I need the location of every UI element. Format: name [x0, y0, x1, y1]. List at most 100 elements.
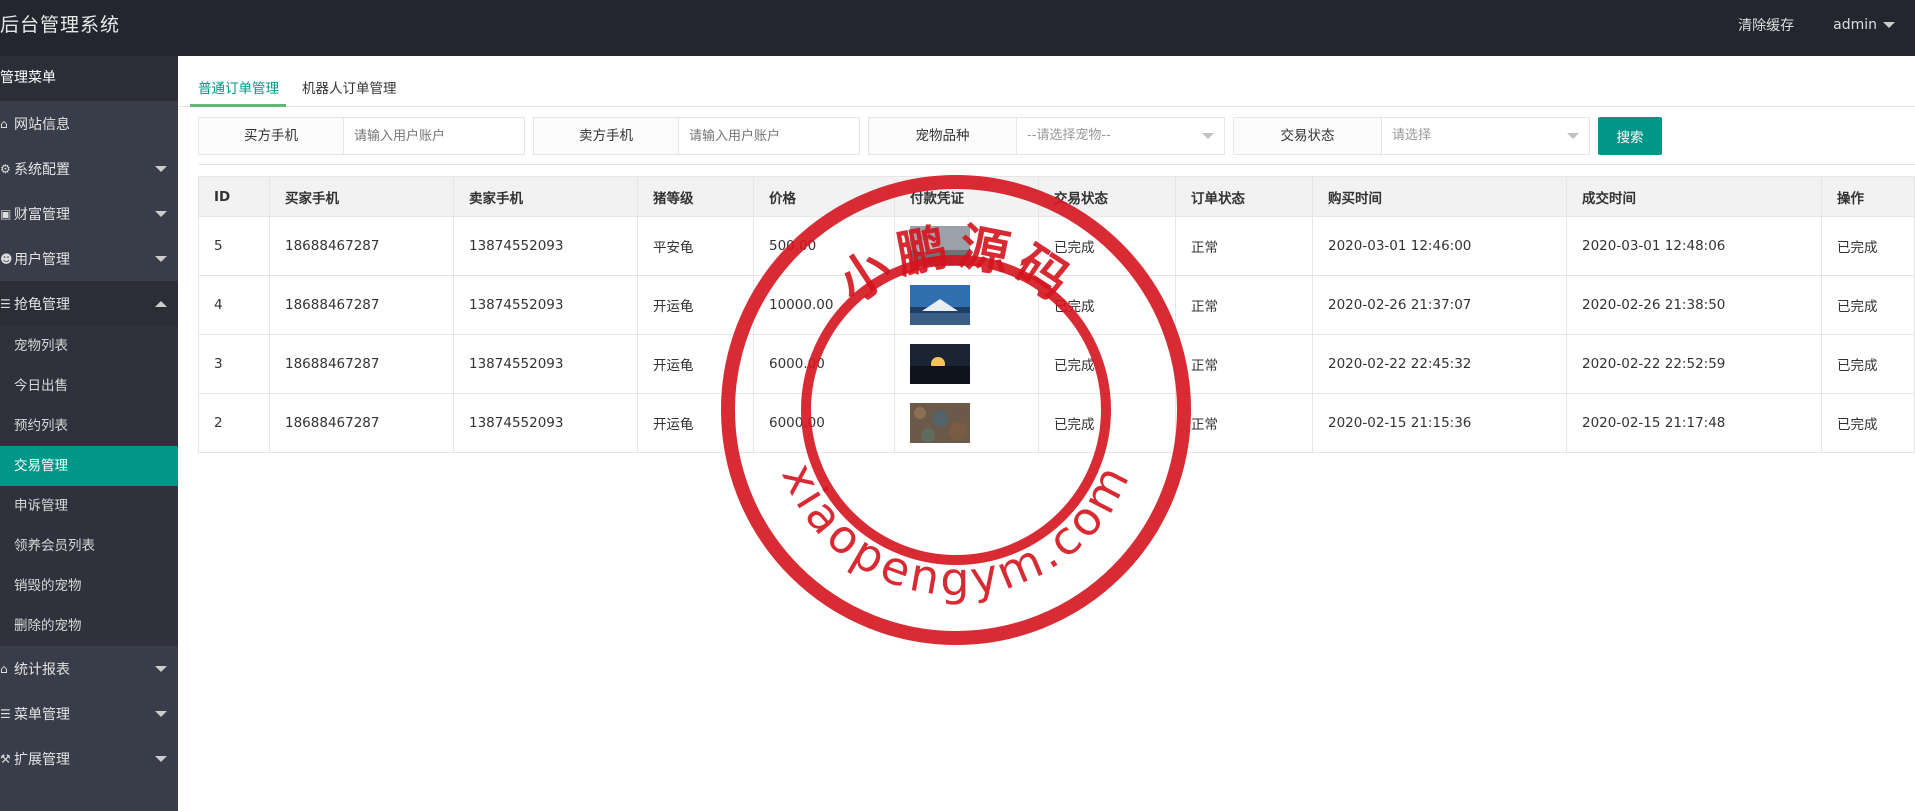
cell-order-status: 正常 — [1175, 334, 1313, 394]
cell-trade-status: 已完成 — [1038, 393, 1176, 453]
search-button[interactable]: 搜索 — [1598, 117, 1662, 155]
cell-action: 已完成 — [1821, 334, 1915, 394]
cell-deal-time: 2020-02-22 22:52:59 — [1566, 334, 1822, 394]
chevron-down-icon — [1202, 133, 1214, 139]
sidebar-item-label: 抢龟管理 — [14, 296, 70, 313]
sidebar-item-label: 网站信息 — [14, 116, 70, 133]
sidebar: 管理菜单 ⌂ 网站信息 ⚙ 系统配置 ▣ 财富管理 ☻ 用户管理 ☰ 抢龟管理 … — [0, 56, 178, 811]
cell-proof — [894, 216, 1039, 276]
sidebar-item-site-info[interactable]: ⌂ 网站信息 — [0, 101, 178, 146]
cell-buy-time: 2020-02-26 21:37:07 — [1312, 275, 1567, 335]
chevron-down-icon — [155, 166, 167, 172]
wrench-icon: ⚒ — [0, 751, 11, 766]
divider — [198, 164, 1915, 165]
trade-status-select[interactable]: 请选择 — [1382, 118, 1589, 154]
cell-buyer: 18688467287 — [269, 216, 454, 276]
tab-active-indicator — [190, 104, 286, 107]
clear-cache-label: 清除缓存 — [1738, 18, 1795, 34]
sidebar-item-label: 系统配置 — [14, 161, 70, 178]
table-row: 4 18688467287 13874552093 开运龟 10000.00 已… — [198, 275, 1915, 335]
pet-type-select-value: --请选择宠物-- — [1027, 128, 1111, 143]
username: admin — [1833, 17, 1877, 33]
sidebar-subitem-adopt-members[interactable]: 领养会员列表 — [0, 526, 178, 566]
sidebar-item-wealth[interactable]: ▣ 财富管理 — [0, 191, 178, 236]
col-order-status: 订单状态 — [1175, 176, 1313, 217]
cell-price: 10000.00 — [753, 275, 895, 335]
sidebar-subitem-appeals[interactable]: 申诉管理 — [0, 486, 178, 526]
sidebar-item-label: 扩展管理 — [14, 751, 70, 768]
payment-proof-image[interactable] — [910, 285, 970, 325]
trade-status-label: 交易状态 — [1234, 118, 1382, 154]
seller-phone-input[interactable] — [679, 118, 859, 154]
pet-type-select[interactable]: --请选择宠物-- — [1017, 118, 1224, 154]
sidebar-item-turtle[interactable]: ☰ 抢龟管理 — [0, 281, 178, 326]
cell-id: 4 — [198, 275, 270, 335]
payment-proof-image[interactable] — [910, 344, 970, 384]
sidebar-item-users[interactable]: ☻ 用户管理 — [0, 236, 178, 281]
cell-buyer: 18688467287 — [269, 393, 454, 453]
table-row: 2 18688467287 13874552093 开运龟 6000.00 已完… — [198, 393, 1915, 453]
chevron-down-icon — [155, 666, 167, 672]
cell-action: 已完成 — [1821, 216, 1915, 276]
payment-proof-image[interactable] — [910, 403, 970, 443]
sidebar-subitem-deleted-pets[interactable]: 删除的宠物 — [0, 606, 178, 646]
sidebar-item-extensions[interactable]: ⚒ 扩展管理 — [0, 736, 178, 781]
col-buyer-phone: 买家手机 — [269, 176, 454, 217]
main-content: 普通订单管理 机器人订单管理 买方手机 卖方手机 宠物品种 --请选择宠物-- … — [178, 56, 1915, 811]
sidebar-heading: 管理菜单 — [0, 56, 178, 101]
sidebar-subitem-trade[interactable]: 交易管理 — [0, 446, 178, 486]
seller-phone-filter: 卖方手机 — [533, 117, 860, 155]
cell-proof — [894, 275, 1039, 335]
cell-buyer: 18688467287 — [269, 334, 454, 394]
money-icon: ▣ — [0, 206, 12, 221]
sidebar-subitem-today-sale[interactable]: 今日出售 — [0, 366, 178, 406]
tab-normal-orders[interactable]: 普通订单管理 — [198, 77, 279, 97]
cell-proof — [894, 393, 1039, 453]
tab-bar: 普通订单管理 机器人订单管理 — [178, 56, 1915, 107]
col-level: 猪等级 — [637, 176, 754, 217]
col-deal-time: 成交时间 — [1566, 176, 1822, 217]
table-row: 5 18688467287 13874552093 平安龟 500.00 已完成… — [198, 216, 1915, 276]
sidebar-subitem-pet-list[interactable]: 宠物列表 — [0, 326, 178, 366]
sidebar-item-label: 用户管理 — [14, 251, 70, 268]
col-action: 操作 — [1821, 176, 1915, 217]
cell-action: 已完成 — [1821, 275, 1915, 335]
sidebar-item-system-config[interactable]: ⚙ 系统配置 — [0, 146, 178, 191]
col-seller-phone: 卖家手机 — [453, 176, 638, 217]
header-actions: 清除缓存 admin — [1738, 0, 1895, 50]
payment-proof-image[interactable] — [910, 226, 970, 266]
clear-cache-link[interactable]: 清除缓存 — [1738, 15, 1794, 35]
user-menu[interactable]: admin — [1833, 17, 1895, 33]
tab-robot-orders[interactable]: 机器人订单管理 — [302, 77, 397, 97]
cell-order-status: 正常 — [1175, 393, 1313, 453]
sidebar-subitem-destroyed-pets[interactable]: 销毁的宠物 — [0, 566, 178, 606]
chevron-down-icon — [1883, 22, 1895, 28]
sidebar-item-reports[interactable]: ⌂ 统计报表 — [0, 646, 178, 691]
cell-buy-time: 2020-02-22 22:45:32 — [1312, 334, 1567, 394]
seller-phone-label: 卖方手机 — [534, 118, 679, 154]
cell-level: 开运龟 — [637, 334, 754, 394]
cell-order-status: 正常 — [1175, 275, 1313, 335]
chevron-up-icon — [155, 301, 167, 307]
sidebar-subitem-reservations[interactable]: 预约列表 — [0, 406, 178, 446]
col-id: ID — [198, 176, 270, 217]
pet-type-label: 宠物品种 — [869, 118, 1017, 154]
cell-id: 2 — [198, 393, 270, 453]
list-icon: ☰ — [0, 296, 11, 311]
cell-order-status: 正常 — [1175, 216, 1313, 276]
cell-level: 开运龟 — [637, 393, 754, 453]
chevron-down-icon — [155, 211, 167, 217]
cell-deal-time: 2020-02-15 21:17:48 — [1566, 393, 1822, 453]
chevron-down-icon — [155, 756, 167, 762]
cell-seller: 13874552093 — [453, 216, 638, 276]
cogs-icon: ⚙ — [0, 161, 11, 176]
sidebar-item-label: 统计报表 — [14, 661, 70, 678]
cell-price: 6000.00 — [753, 393, 895, 453]
col-trade-status: 交易状态 — [1038, 176, 1176, 217]
chevron-down-icon — [155, 711, 167, 717]
buyer-phone-input[interactable] — [344, 118, 524, 154]
app-title: 后台管理系统 — [0, 14, 121, 36]
cell-deal-time: 2020-03-01 12:48:06 — [1566, 216, 1822, 276]
sidebar-item-menus[interactable]: ☰ 菜单管理 — [0, 691, 178, 736]
cell-level: 开运龟 — [637, 275, 754, 335]
